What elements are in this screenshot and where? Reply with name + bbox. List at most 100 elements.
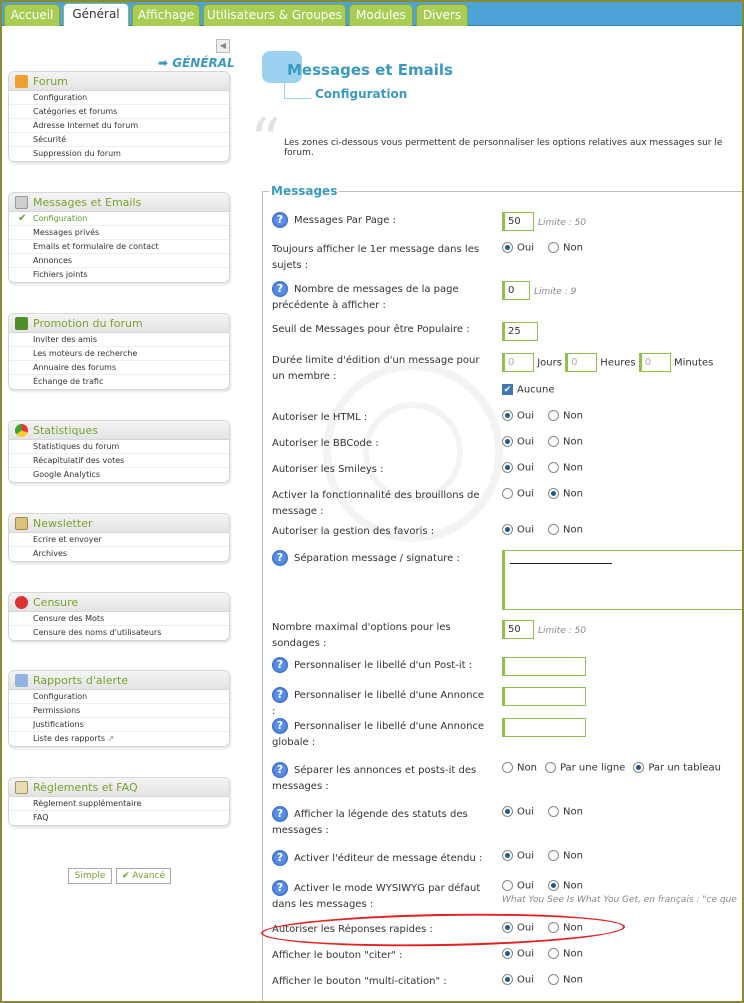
radio-yes[interactable]: Oui	[502, 974, 534, 986]
help-icon[interactable]: ?	[272, 212, 288, 228]
popular-threshold-input[interactable]: 25	[502, 322, 538, 341]
checkmark-icon: ✔	[121, 871, 130, 881]
sidebar-item-securite[interactable]: Sécurité	[9, 133, 229, 147]
sidebar-item-emails[interactable]: Emails et formulaire de contact	[9, 240, 229, 254]
sidebar-item-configuration[interactable]: Configuration	[9, 91, 229, 105]
days-label: Jours	[537, 357, 562, 369]
radio-par-une-ligne[interactable]: Par une ligne	[544, 762, 625, 774]
radio-no[interactable]: Non	[548, 850, 583, 862]
simple-mode-button[interactable]: Simple	[68, 868, 112, 884]
radio-par-un-tableau[interactable]: Par un tableau	[633, 762, 721, 774]
radio-no[interactable]: Non	[548, 436, 583, 448]
help-icon[interactable]: ?	[272, 880, 288, 896]
sidebar-item-censure-mots[interactable]: Censure des Mots	[9, 612, 229, 626]
announce-label-input[interactable]	[502, 687, 586, 706]
wysiwyg-note: What You See Is What You Get, en françai…	[502, 895, 737, 905]
sidebar-item-messages-prives[interactable]: Messages privés	[9, 226, 229, 240]
wrench-icon	[15, 75, 28, 88]
tab-accueil[interactable]: Accueil	[4, 4, 60, 26]
sidebar-item-moteurs[interactable]: Les moteurs de recherche	[9, 347, 229, 361]
postit-label-input[interactable]	[502, 657, 586, 676]
radio-yes[interactable]: Oui	[502, 880, 534, 892]
radio-no[interactable]: Non	[548, 524, 583, 536]
radio-no[interactable]: Non	[548, 242, 583, 254]
radio-no[interactable]: Non	[548, 806, 583, 818]
sidebar-item-rapports-config[interactable]: Configuration	[9, 690, 229, 704]
radio-yes[interactable]: Oui	[502, 524, 534, 536]
sidebar-item-configuration-active[interactable]: ✔ Configuration	[9, 212, 229, 226]
global-announce-label-input[interactable]	[502, 718, 586, 737]
tab-general[interactable]: Général	[63, 3, 129, 27]
radio-no[interactable]: Non	[548, 462, 583, 474]
poll-options-input[interactable]: 50	[502, 620, 534, 639]
sidebar-item-inviter[interactable]: Inviter des amis	[9, 333, 229, 347]
help-icon[interactable]: ?	[272, 806, 288, 822]
admin-panel: Accueil Général Affichage Utilisateurs &…	[0, 0, 744, 1003]
section-title: Messages et Emails	[33, 196, 142, 209]
sidebar-item-faq[interactable]: FAQ	[9, 811, 229, 825]
radio-no[interactable]: Non	[548, 880, 583, 892]
help-icon[interactable]: ?	[272, 718, 288, 734]
radio-no[interactable]: Non	[548, 948, 583, 960]
sidebar-item-analytics[interactable]: Google Analytics	[9, 468, 229, 482]
sidebar-item-justifications[interactable]: Justifications	[9, 718, 229, 732]
signature-separator-textarea[interactable]	[502, 550, 742, 610]
tab-utilisateurs-groupes[interactable]: Utilisateurs & Groupes	[203, 4, 346, 26]
tab-affichage[interactable]: Affichage	[132, 4, 200, 26]
sidebar-item-suppression[interactable]: Suppression du forum	[9, 147, 229, 161]
sidebar-item-liste-rapports[interactable]: Liste des rapports ↗	[9, 732, 229, 746]
edit-minutes-input[interactable]: 0	[638, 353, 671, 372]
help-icon[interactable]: ?	[272, 762, 288, 778]
help-icon[interactable]: ?	[272, 687, 288, 703]
top-navigation: Accueil Général Affichage Utilisateurs &…	[2, 2, 742, 27]
section-title: Censure	[33, 596, 79, 609]
radio-no[interactable]: Non	[548, 488, 583, 500]
sidebar-item-censure-noms[interactable]: Censure des noms d'utilisateurs	[9, 626, 229, 640]
radio-yes[interactable]: Oui	[502, 410, 534, 422]
sidebar-item-reglement[interactable]: Règlement supplémentaire	[9, 797, 229, 811]
radio-yes[interactable]: Oui	[502, 462, 534, 474]
none-checkbox[interactable]: ✔ Aucune	[502, 384, 555, 396]
sidebar-section-newsletter: Newsletter Ecrire et envoyer Archives	[8, 513, 230, 562]
radio-yes[interactable]: Oui	[502, 242, 534, 254]
help-icon[interactable]: ?	[272, 281, 288, 297]
tab-modules[interactable]: Modules	[349, 4, 413, 26]
radio-yes[interactable]: Oui	[502, 948, 534, 960]
no-entry-icon	[15, 596, 28, 609]
triangle-left-icon[interactable]: ◀	[216, 39, 230, 53]
limit-text: Limite : 50	[538, 625, 587, 636]
messages-per-page-input[interactable]: 50	[502, 212, 534, 231]
page-title: Messages et Emails	[287, 61, 453, 79]
edit-hours-input[interactable]: 0	[565, 353, 598, 372]
advanced-mode-button[interactable]: ✔ Avancé	[116, 868, 171, 884]
sidebar-item-archives[interactable]: Archives	[9, 547, 229, 561]
tab-divers[interactable]: Divers	[416, 4, 468, 26]
section-title: Règlements et FAQ	[33, 781, 138, 794]
sidebar-item-echange[interactable]: Échange de trafic	[9, 375, 229, 389]
help-icon[interactable]: ?	[272, 850, 288, 866]
sidebar-item-annonces[interactable]: Annonces	[9, 254, 229, 268]
radio-no[interactable]: Non	[548, 410, 583, 422]
radio-yes[interactable]: Oui	[502, 436, 534, 448]
radio-yes[interactable]: Oui	[502, 488, 534, 500]
radio-non[interactable]: Non	[502, 762, 537, 774]
checkbox-icon: ✔	[502, 384, 513, 395]
minutes-label: Minutes	[673, 357, 714, 369]
sidebar-item-adresse[interactable]: Adresse Internet du forum	[9, 119, 229, 133]
radio-no[interactable]: Non	[548, 974, 583, 986]
sidebar-item-stats-forum[interactable]: Statistiques du forum	[9, 440, 229, 454]
edit-days-input[interactable]: 0	[502, 353, 534, 372]
section-title: Newsletter	[33, 517, 93, 530]
radio-yes[interactable]: Oui	[502, 806, 534, 818]
help-icon[interactable]: ?	[272, 657, 288, 673]
help-icon[interactable]: ?	[272, 550, 288, 566]
sidebar-item-fichiers[interactable]: Fichiers joints	[9, 268, 229, 282]
subtitle-connector	[284, 83, 312, 99]
radio-yes[interactable]: Oui	[502, 850, 534, 862]
prev-page-messages-input[interactable]: 0	[502, 281, 530, 300]
sidebar-item-ecrire[interactable]: Ecrire et envoyer	[9, 533, 229, 547]
sidebar-item-permissions[interactable]: Permissions	[9, 704, 229, 718]
sidebar-item-annuaire[interactable]: Annuaire des forums	[9, 361, 229, 375]
sidebar-item-votes[interactable]: Récapitulatif des votes	[9, 454, 229, 468]
sidebar-item-categories[interactable]: Catégories et forums	[9, 105, 229, 119]
